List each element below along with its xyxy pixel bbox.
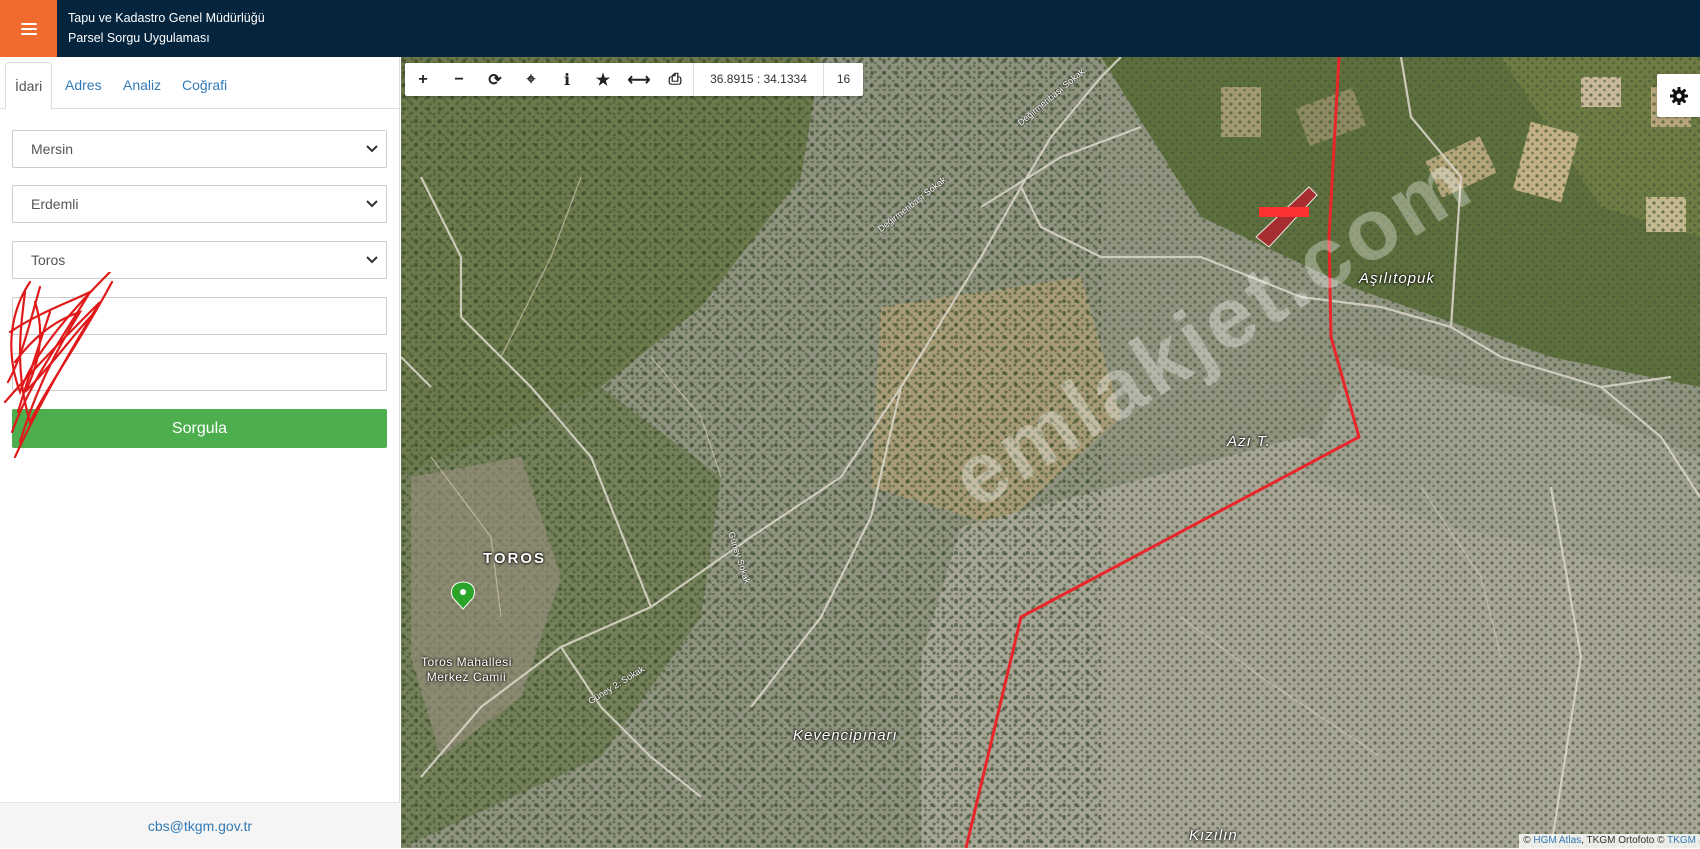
- info-icon[interactable]: i: [549, 63, 585, 96]
- zoom-out-icon[interactable]: −: [441, 63, 477, 96]
- map-label-asilitopuk: Aşılıtopuk: [1359, 270, 1435, 287]
- map-label-kizilin: Kızılın: [1189, 827, 1238, 844]
- attribution-prefix: ©: [1523, 835, 1531, 846]
- contact-email-link[interactable]: cbs@tkgm.gov.tr: [148, 818, 252, 834]
- il-select-value: Mersin: [31, 141, 74, 157]
- tab-bar: İdari Adres Analiz Coğrafi: [0, 62, 400, 110]
- gear-icon: [1669, 86, 1688, 105]
- locate-icon[interactable]: ⌖: [513, 63, 549, 96]
- poi-line2: Merkez Camii: [426, 670, 507, 684]
- measure-icon[interactable]: ⟷: [621, 63, 657, 96]
- mahalle-select[interactable]: Toros: [12, 241, 387, 279]
- app-title: Tapu ve Kadastro Genel Müdürlüğü Parsel …: [68, 8, 265, 48]
- ilce-select[interactable]: Erdemli: [12, 185, 387, 223]
- map-poi-mosque: Toros Mahallesi Merkez Camii: [421, 655, 512, 685]
- tab-analiz[interactable]: Analiz: [123, 62, 161, 109]
- app-title-line2: Parsel Sorgu Uygulaması: [68, 31, 210, 45]
- tab-adres[interactable]: Adres: [65, 62, 102, 109]
- coordinate-readout: 36.8915 : 34.1334: [693, 63, 823, 96]
- map-attribution: © HGM Atlas, TKGM Ortofoto © TKGM: [1519, 834, 1700, 848]
- hamburger-icon: [20, 22, 37, 35]
- il-select[interactable]: Mersin: [12, 130, 387, 168]
- sorgula-button[interactable]: Sorgula: [12, 409, 387, 448]
- menu-button[interactable]: [0, 0, 57, 57]
- mahalle-select-value: Toros: [31, 252, 66, 268]
- sidebar-footer: cbs@tkgm.gov.tr: [0, 802, 400, 848]
- sidebar: İdari Adres Analiz Coğrafi Mersin Erdeml…: [0, 57, 400, 848]
- app-title-line1: Tapu ve Kadastro Genel Müdürlüğü: [68, 11, 265, 25]
- map-label-azi: Azı T.: [1227, 433, 1271, 450]
- chevron-down-icon: [362, 242, 382, 278]
- ada-input[interactable]: [12, 297, 387, 335]
- map-toolbar: + − ⟳ ⌖ i ★ ⟷ ⎙ 36.8915 : 34.1334 16: [405, 63, 863, 96]
- poi-line1: Toros Mahallesi: [421, 655, 512, 669]
- attribution-hgm-link[interactable]: HGM Atlas: [1533, 835, 1581, 846]
- app-header: Tapu ve Kadastro Genel Müdürlüğü Parsel …: [0, 0, 1700, 57]
- chevron-down-icon: [362, 186, 382, 222]
- refresh-icon[interactable]: ⟳: [477, 63, 513, 96]
- settings-button[interactable]: [1657, 74, 1700, 117]
- map-view[interactable]: emlakjet.com Aşılıtopuk Azı T. Kevencipı…: [401, 57, 1700, 848]
- zoom-in-icon[interactable]: +: [405, 63, 441, 96]
- star-icon[interactable]: ★: [585, 63, 621, 96]
- attribution-tkgm-link[interactable]: TKGM: [1667, 835, 1696, 846]
- ilce-select-value: Erdemli: [31, 196, 79, 212]
- zoom-level-readout: 16: [823, 63, 863, 96]
- attribution-middle: , TKGM Ortofoto ©: [1581, 835, 1665, 846]
- tab-idari[interactable]: İdari: [5, 62, 52, 110]
- satellite-imagery: [401, 57, 1700, 848]
- parsel-input[interactable]: [12, 353, 387, 391]
- tab-cografi[interactable]: Coğrafi: [182, 62, 227, 109]
- map-label-toros: TOROS: [483, 550, 547, 567]
- map-label-kevencipinar: Kevencipınarı: [793, 727, 898, 744]
- print-icon[interactable]: ⎙: [657, 63, 693, 96]
- chevron-down-icon: [362, 131, 382, 167]
